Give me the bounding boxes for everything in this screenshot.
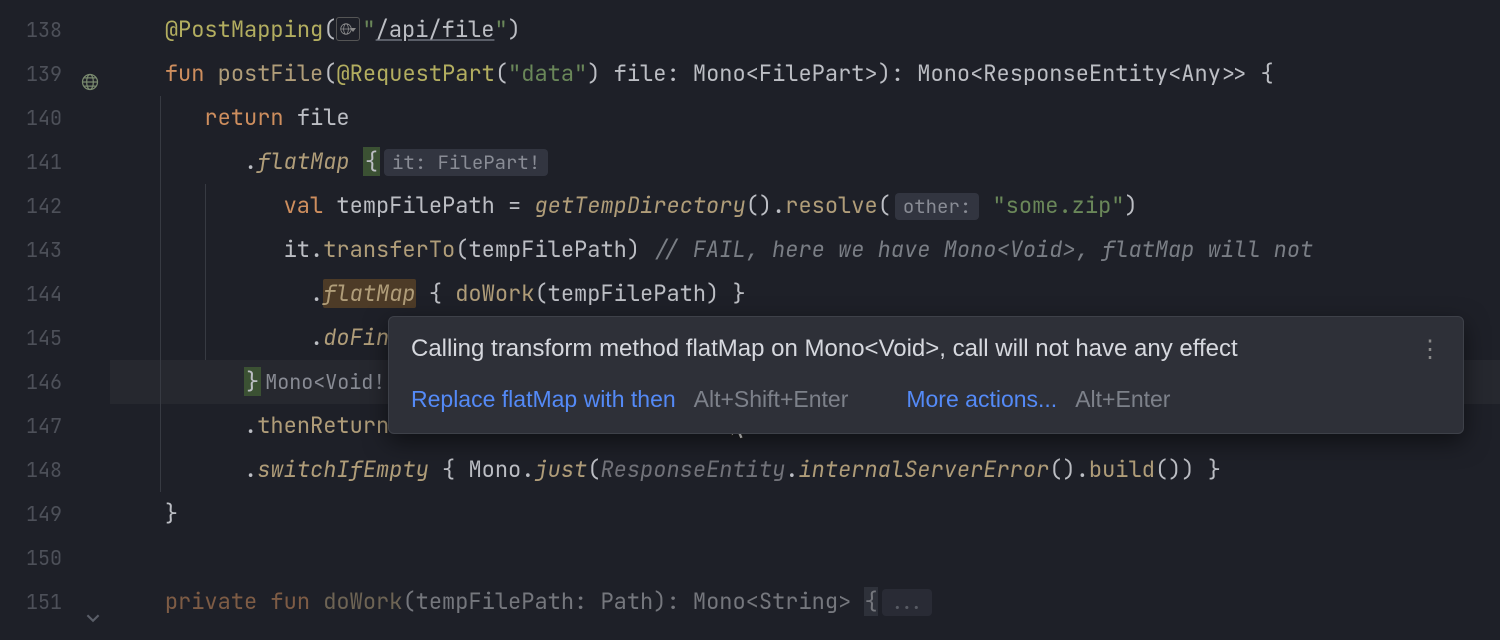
url-globe-icon[interactable] [336, 17, 360, 41]
code-area[interactable]: @PostMapping("/api/file") fun postFile(@… [110, 0, 1500, 600]
more-menu-icon[interactable]: ⋮ [1418, 335, 1441, 364]
inspection-tooltip: Calling transform method flatMap on Mono… [388, 316, 1464, 434]
code-line[interactable]: private fun doWork(tempFilePath: Path): … [110, 580, 1500, 624]
line-number: 147 [0, 404, 110, 448]
quick-fix-link[interactable]: Replace flatMap with then [411, 386, 676, 413]
code-line[interactable]: .switchIfEmpty { Mono.just(ResponseEntit… [110, 448, 1500, 492]
tooltip-message: Calling transform method flatMap on Mono… [411, 335, 1238, 364]
param-hint: other: [895, 193, 979, 220]
line-number: 151 [0, 580, 110, 624]
fold-hint[interactable]: ... [882, 589, 932, 616]
gutter: 138 139 140 141 142 143 144 145 146 147 … [0, 0, 110, 600]
line-number: 150 [0, 536, 110, 580]
line-number: 138 [0, 8, 110, 52]
code-line[interactable] [110, 536, 1500, 580]
type-hint: Mono<Void! [265, 369, 385, 395]
line-number: 145 [0, 316, 110, 360]
code-line[interactable]: it.transferTo(tempFilePath) // FAIL, her… [110, 228, 1500, 272]
shortcut-label: Alt+Enter [1075, 386, 1170, 413]
line-number: 144 [0, 272, 110, 316]
code-line[interactable]: val tempFilePath = getTempDirectory().re… [110, 184, 1500, 228]
code-line[interactable]: @PostMapping("/api/file") [110, 8, 1500, 52]
code-line[interactable]: .flatMap { doWork(tempFilePath) } [110, 272, 1500, 316]
shortcut-label: Alt+Shift+Enter [694, 386, 849, 413]
line-number: 149 [0, 492, 110, 536]
line-number: 148 [0, 448, 110, 492]
code-line[interactable]: return file [110, 96, 1500, 140]
endpoint-globe-icon[interactable] [78, 63, 100, 85]
line-number: 141 [0, 140, 110, 184]
code-line[interactable]: fun postFile(@RequestPart("data") file: … [110, 52, 1500, 96]
code-line[interactable]: .flatMap {it: FilePart! [110, 140, 1500, 184]
tooltip-actions: Replace flatMap with then Alt+Shift+Ente… [411, 386, 1441, 413]
line-number: 140 [0, 96, 110, 140]
line-number: 142 [0, 184, 110, 228]
line-number: 146 [0, 360, 110, 404]
code-editor[interactable]: 138 139 140 141 142 143 144 145 146 147 … [0, 0, 1500, 600]
code-line[interactable]: } [110, 492, 1500, 536]
line-number: 139 [0, 52, 110, 96]
expand-fold-icon[interactable] [86, 596, 100, 610]
type-hint: it: FilePart! [384, 149, 548, 176]
more-actions-link[interactable]: More actions... [906, 386, 1057, 413]
line-number: 143 [0, 228, 110, 272]
